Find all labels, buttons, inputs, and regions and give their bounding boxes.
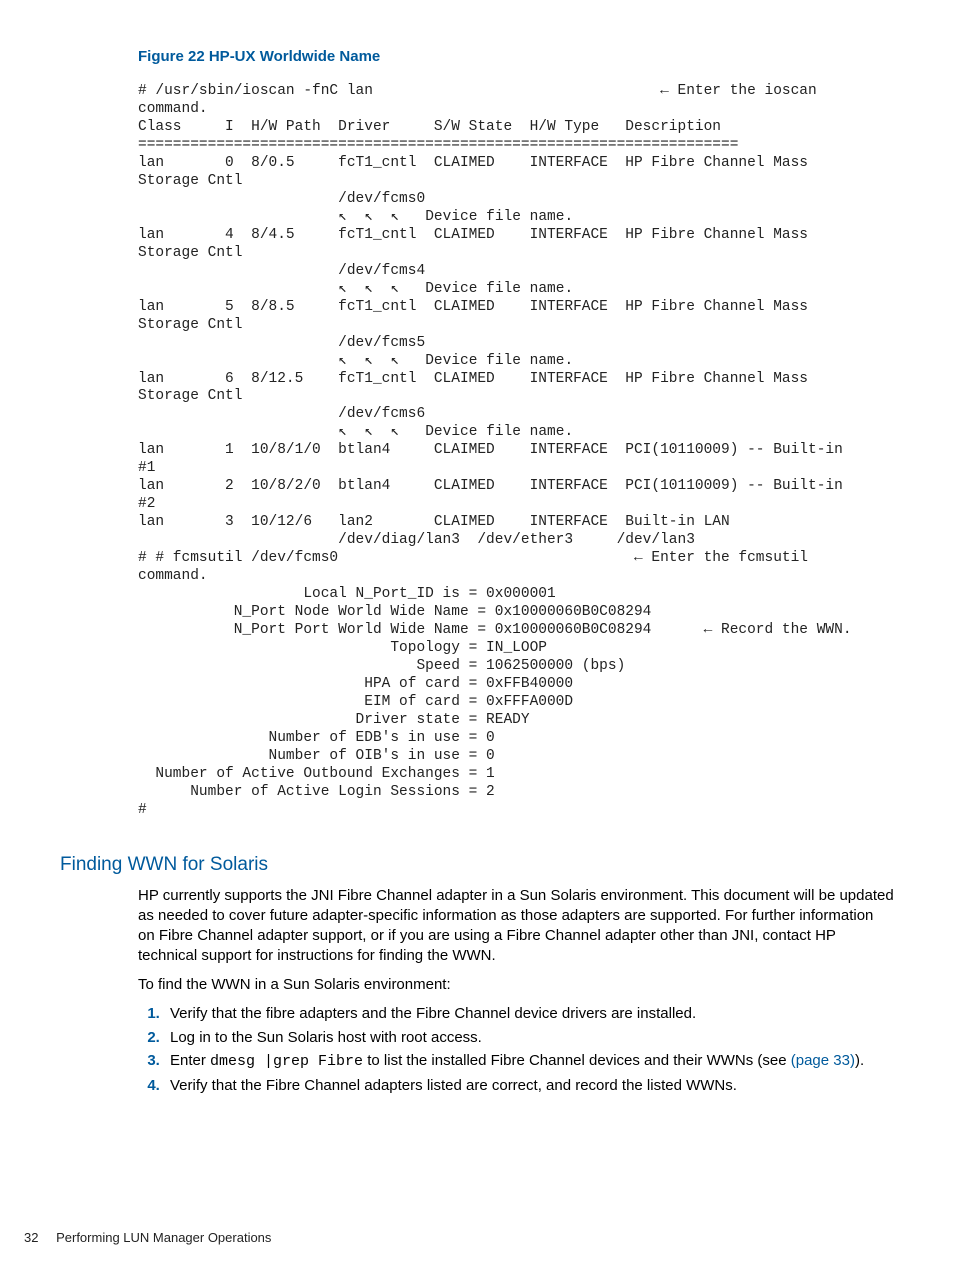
section-heading-solaris: Finding WWN for Solaris xyxy=(60,854,894,876)
step-1: Verify that the fibre adapters and the F… xyxy=(164,1003,894,1025)
step-3-command: dmesg |grep Fibre xyxy=(210,1053,363,1070)
terminal-output: # /usr/sbin/ioscan -fnC lan ← Enter the … xyxy=(138,83,894,820)
step-2: Log in to the Sun Solaris host with root… xyxy=(164,1027,894,1049)
step-3-text-mid: to list the installed Fibre Channel devi… xyxy=(363,1052,791,1069)
step-3-page-ref[interactable]: (page 33) xyxy=(791,1052,855,1069)
procedure-steps: Verify that the fibre adapters and the F… xyxy=(138,1003,894,1097)
step-3-text-post: ). xyxy=(855,1052,864,1069)
paragraph-intro: HP currently supports the JNI Fibre Chan… xyxy=(138,886,894,967)
figure-caption: Figure 22 HP-UX Worldwide Name xyxy=(138,48,894,65)
chapter-title: Performing LUN Manager Operations xyxy=(56,1230,271,1245)
step-4: Verify that the Fibre Channel adapters l… xyxy=(164,1075,894,1097)
paragraph-lead: To find the WWN in a Sun Solaris environ… xyxy=(138,975,894,995)
page-footer: 32 Performing LUN Manager Operations xyxy=(24,1230,271,1245)
step-3-text-pre: Enter xyxy=(170,1052,210,1069)
page-number: 32 xyxy=(24,1230,38,1245)
step-3: Enter dmesg |grep Fibre to list the inst… xyxy=(164,1050,894,1073)
